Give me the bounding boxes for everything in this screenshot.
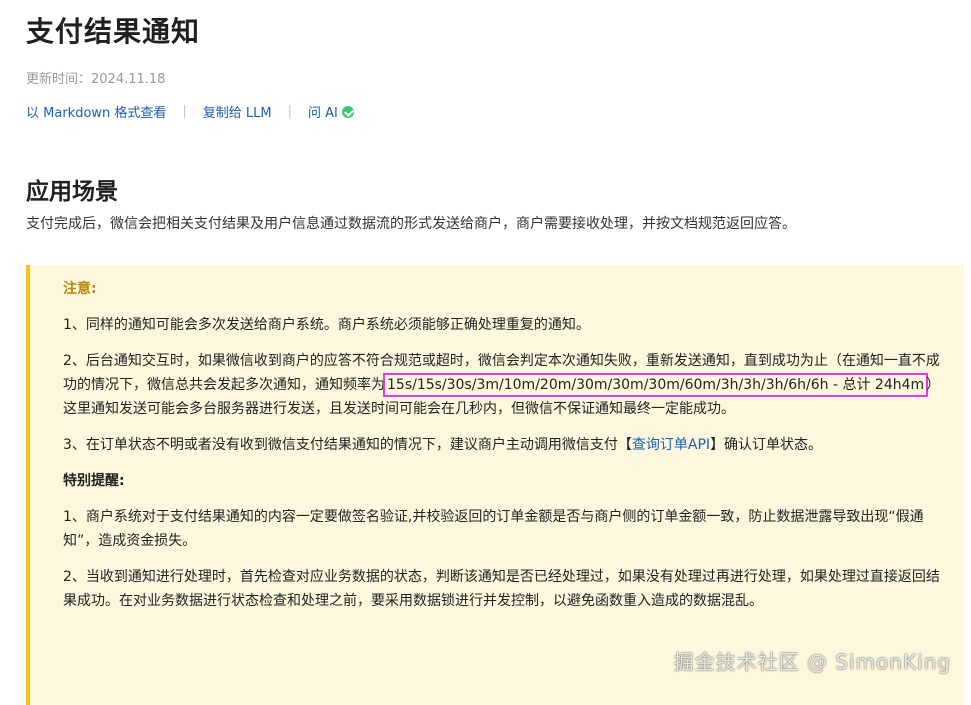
notice-item-1: 1、同样的通知可能会多次发送给商户系统。商户系统必须能够正确处理重复的通知。 <box>63 317 590 333</box>
watermark: 掘金技术社区 @ SimonKing <box>673 650 951 674</box>
ask-ai-label: 问 AI <box>308 106 338 121</box>
action-separator: | <box>287 104 293 119</box>
special-item-2: 2、当收到通知进行处理时，首先检查对应业务数据的状态，判断该通知是否已经处理过，… <box>63 569 940 609</box>
copy-to-llm-link[interactable]: 复制给 LLM <box>203 102 272 121</box>
query-order-api-link[interactable]: 查询订单API <box>632 437 710 453</box>
page-title: 支付结果通知 <box>26 15 201 48</box>
view-markdown-link[interactable]: 以 Markdown 格式查看 <box>26 102 166 121</box>
notice-box: 注意: 1、同样的通知可能会多次发送给商户系统。商户系统必须能够正确处理重复的通… <box>26 265 964 705</box>
retry-frequency-highlight: 15s/15s/30s/3m/10m/20m/30m/30m/30m/60m/3… <box>383 373 929 397</box>
ai-check-icon <box>341 106 354 118</box>
notice-heading: 注意: <box>63 281 97 297</box>
notice-item-2: 2、后台通知交互时，如果微信收到商户的应答不符合规范或超时，微信会判定本次通知失… <box>63 349 948 421</box>
special-item-1: 1、商户系统对于支付结果通知的内容一定要做签名验证,并校验返回的订单金额是否与商… <box>63 509 924 549</box>
section-title: 应用场景 <box>26 179 118 205</box>
notice-item-3-text-a: 3、在订单状态不明或者没有收到微信支付结果通知的情况下，建议商户主动调用微信支付… <box>63 437 632 453</box>
notice-item-3: 3、在订单状态不明或者没有收到微信支付结果通知的情况下，建议商户主动调用微信支付… <box>63 433 948 457</box>
section-description: 支付完成后，微信会把相关支付结果及用户信息通过数据流的形式发送给商户，商户需要接… <box>26 216 796 232</box>
special-reminder-heading: 特别提醒: <box>63 473 125 489</box>
doc-actions: 以 Markdown 格式查看 | 复制给 LLM | 问 AI <box>26 102 354 121</box>
ask-ai-link[interactable]: 问 AI <box>308 102 354 121</box>
action-separator: | <box>182 104 187 119</box>
notice-item-3-text-b: 】确认订单状态。 <box>710 437 823 453</box>
updated-time: 更新时间：2024.11.18 <box>26 72 166 87</box>
